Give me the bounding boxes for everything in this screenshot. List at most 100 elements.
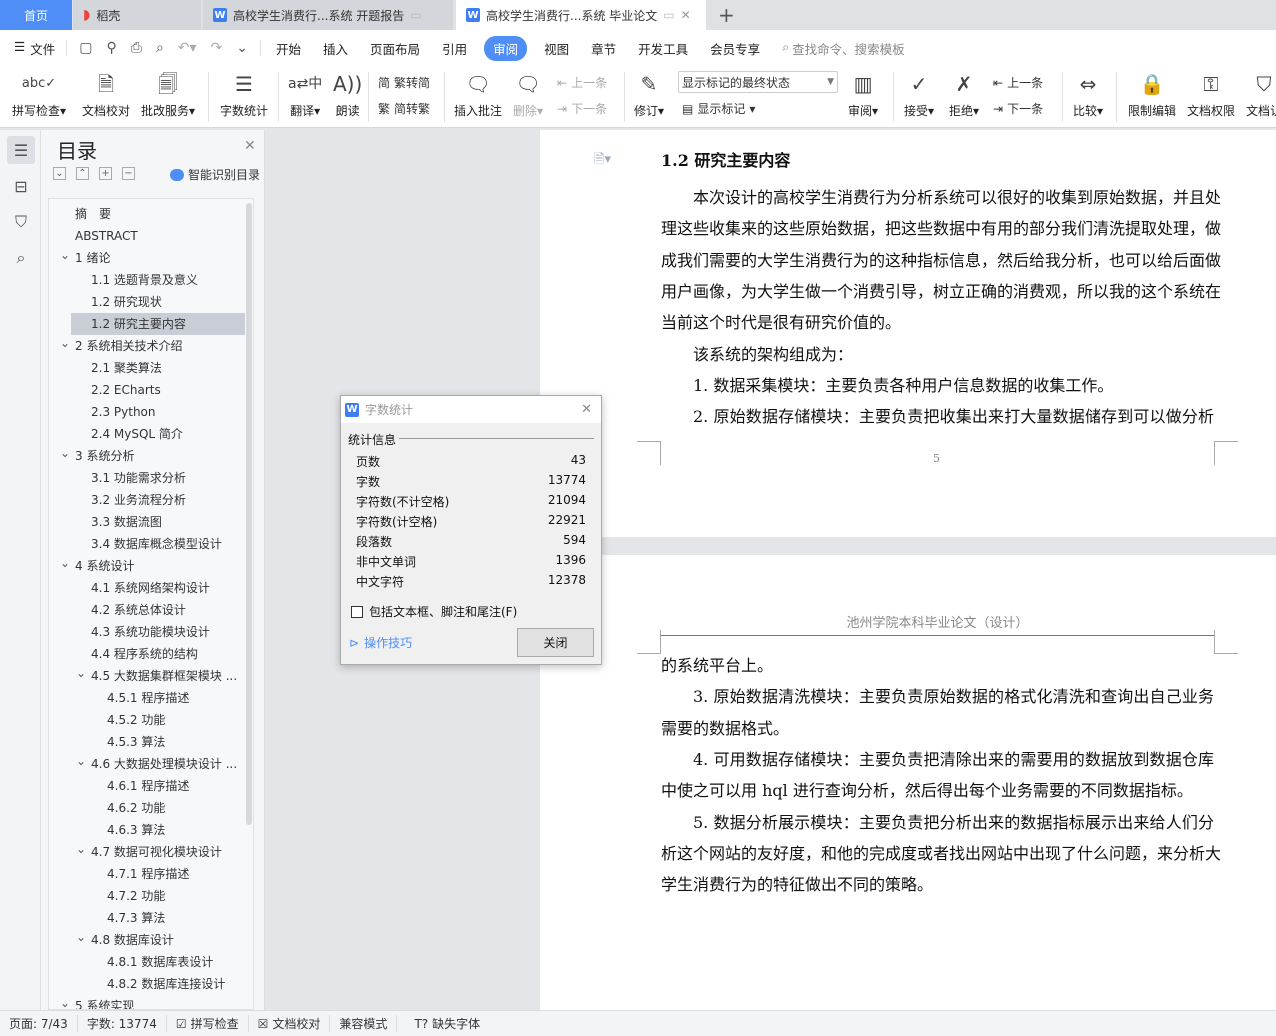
toc-item[interactable]: ⌄ 4.7 数据可视化模块设计 [49,841,245,863]
expand-up-icon[interactable]: ⌃ [76,167,89,180]
close-tab-icon[interactable]: ✕ [681,8,691,22]
collapse-all-icon[interactable]: ⌄ [53,167,66,180]
toc-item[interactable]: ⌄ 2 系统相关技术介绍 [49,335,245,357]
toc-item[interactable]: 4.1 系统网络架构设计 [49,577,245,599]
next-comment-button[interactable]: ⇥ 下一条 [557,100,607,117]
redo-icon[interactable]: ↷ [211,40,223,56]
toc-item[interactable]: ⌄ 1 绪论 [49,247,245,269]
toc-item[interactable]: 4.6.1 程序描述 [49,775,245,797]
toc-item[interactable]: ⌄ 4.6 大数据处理模块设计 ... [49,753,245,775]
page-indicator[interactable]: 页面: 7/43 [0,1015,78,1032]
toc-item[interactable]: ⌄ 4.8 数据库设计 [49,929,245,951]
include-textbox-checkbox[interactable]: 包括文本框、脚注和尾注(F) [351,603,517,620]
toc-item[interactable]: 1.2 研究现状 [49,291,245,313]
doc-cert-button[interactable]: ⛉文档认 [1246,70,1276,119]
menu-member[interactable]: 会员专享 [699,39,771,58]
menu-developer[interactable]: 开发工具 [627,39,699,58]
prev-change-button[interactable]: ⇤ 上一条 [993,74,1043,91]
new-tab-button[interactable]: + [708,0,745,30]
toc-item[interactable]: 4.5.2 功能 [49,709,245,731]
tab-thesis[interactable]: W 高校学生消费行...系统 毕业论文 ▭ ✕ [456,0,706,30]
toc-item[interactable]: 3.4 数据库概念模型设计 [49,533,245,555]
toc-item[interactable]: 2.4 MySQL 简介 [49,423,245,445]
toc-item[interactable]: 4.8.2 数据库连接设计 [49,973,245,995]
chevron-down-icon[interactable]: ⌄ [76,929,86,948]
remove-level-icon[interactable]: − [122,167,135,180]
toc-item[interactable]: 4.7.1 程序描述 [49,863,245,885]
toc-item[interactable]: 2.3 Python [49,401,245,423]
toc-icon[interactable]: ☰ [7,136,35,164]
toc-item[interactable]: 4.8.1 数据库表设计 [49,951,245,973]
close-icon[interactable]: ✕ [581,402,592,417]
doc-proofread-button[interactable]: 🗎 文档校对 [82,70,130,119]
add-level-icon[interactable]: + [99,167,112,180]
word-count-button[interactable]: ☰ 字数统计 [220,70,268,119]
toc-item[interactable]: ⌄ 4 系统设计 [49,555,245,577]
toc-item[interactable]: ⌄ 4.5 大数据集群框架模块 ... [49,665,245,687]
spell-check-button[interactable]: abc✓ 拼写检查▾ [12,70,66,119]
bookmark-icon[interactable]: ⛉ [7,208,35,236]
chevron-down-icon[interactable]: ⌄ [60,445,70,464]
toc-item[interactable]: 2.1 聚类算法 [49,357,245,379]
menu-insert[interactable]: 插入 [312,39,359,58]
toc-item[interactable]: 4.6.2 功能 [49,797,245,819]
toc-item[interactable]: 1.1 选题背景及意义 [49,269,245,291]
tab-docer[interactable]: ◗ 稻壳 [73,0,201,30]
missing-font-button[interactable]: T? 缺失字体 [405,1015,489,1032]
toc-item[interactable]: 4.4 程序系统的结构 [49,643,245,665]
insert-comment-button[interactable]: 🗨 插入批注 [454,70,502,119]
toc-item[interactable]: 4.7.3 算法 [49,907,245,929]
print-preview-icon[interactable]: ⌕ [156,40,164,56]
doc-permission-button[interactable]: ⚿ 文档权限 [1187,70,1235,119]
menu-view[interactable]: 视图 [533,39,580,58]
chapter-icon[interactable]: ⊟ [7,172,35,200]
word-count-indicator[interactable]: 字数: 13774 [78,1015,167,1032]
delete-comment-button[interactable]: 🗨 删除▾ [513,70,543,119]
toc-item[interactable]: ABSTRACT [49,225,245,247]
chevron-down-icon[interactable]: ⌄ [60,335,70,354]
spell-check-toggle[interactable]: ☑ 拼写检查 [167,1015,249,1032]
prev-comment-button[interactable]: ⇤ 上一条 [557,74,607,91]
toc-item[interactable]: 摘 要 [49,203,245,225]
toc-item[interactable]: 1.2 研究主要内容 [71,313,245,335]
menu-references[interactable]: 引用 [431,39,478,58]
tab-home[interactable]: 首页 [0,0,72,30]
file-menu[interactable]: ☰ 文件 [0,39,66,58]
toc-item[interactable]: 3.1 功能需求分析 [49,467,245,489]
toc-item[interactable]: 4.5.3 算法 [49,731,245,753]
chevron-down-icon[interactable]: ⌄ [60,995,70,1009]
chevron-down-icon[interactable]: ⌄ [60,555,70,574]
correction-service-button[interactable]: 🗐 批改服务▾ [141,70,195,119]
menu-start[interactable]: 开始 [265,39,312,58]
next-change-button[interactable]: ⇥ 下一条 [993,100,1043,117]
page-layout-icon[interactable]: 🗎▾ [594,150,611,172]
command-search[interactable]: ⌕ 查找命令、搜索模板 [771,39,916,58]
search-icon[interactable]: ⌕ [7,244,35,272]
toc-item[interactable]: 4.2 系统总体设计 [49,599,245,621]
chevron-down-icon[interactable]: ⌄ [76,753,86,772]
toc-scrollbar[interactable] [246,203,252,825]
accept-button[interactable]: ✓ 接受▾ [904,70,934,119]
show-markup-button[interactable]: ▤ 显示标记 ▾ [682,100,755,117]
toc-item[interactable]: 4.7.2 功能 [49,885,245,907]
toc-item[interactable]: ⌄ 3 系统分析 [49,445,245,467]
undo-icon[interactable]: ↶▾ [178,40,197,56]
tab-proposal[interactable]: W 高校学生消费行...系统 开题报告 ▭ [203,0,453,30]
toc-item[interactable]: 3.2 业务流程分析 [49,489,245,511]
more-icon[interactable]: ⌄ [236,40,248,56]
menu-review[interactable]: 审阅 [484,35,528,61]
toc-item[interactable]: 4.3 系统功能模块设计 [49,621,245,643]
close-icon[interactable]: ✕ [244,138,256,154]
compat-mode[interactable]: 兼容模式 [330,1015,398,1032]
toc-item[interactable]: 4.5.1 程序描述 [49,687,245,709]
toc-item[interactable]: 3.3 数据流图 [49,511,245,533]
dialog-titlebar[interactable]: W 字数统计 ✕ [341,396,601,423]
save-icon[interactable]: ▢ [79,40,92,56]
simp-to-trad-button[interactable]: 繁简转繁 [378,100,430,117]
toc-item[interactable]: 4.6.3 算法 [49,819,245,841]
review-pane-button[interactable]: ▥ 审阅▾ [848,70,878,119]
restrict-editing-button[interactable]: 🔒 限制编辑 [1128,70,1176,119]
print-icon[interactable]: ⎙ [131,40,142,56]
tips-link[interactable]: ⊳ 操作技巧 [349,634,412,651]
reject-button[interactable]: ✗ 拒绝▾ [949,70,979,119]
